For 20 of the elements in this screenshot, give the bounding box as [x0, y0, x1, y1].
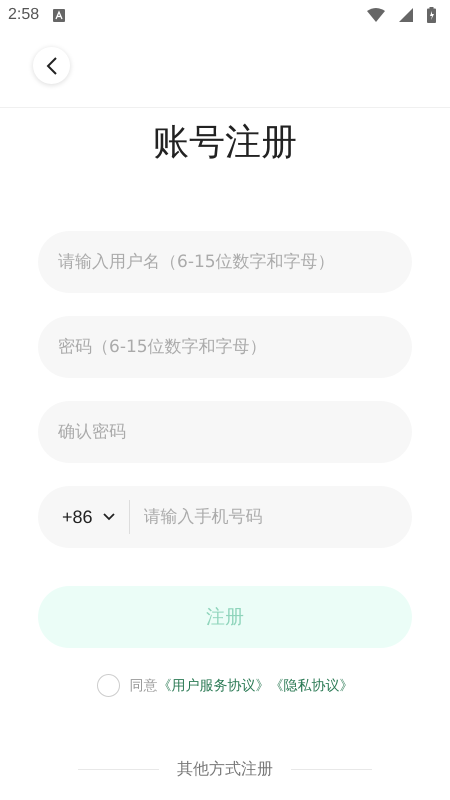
agreement-link[interactable]: 《隐私协议》	[270, 676, 354, 694]
wifi-icon	[367, 8, 385, 22]
back-icon	[46, 56, 58, 76]
other-methods-label: 其他方式注册	[177, 759, 273, 780]
phone-number-input[interactable]: 请输入手机号码	[142, 506, 392, 528]
agreement-link[interactable]: 《用户服务协议》	[158, 676, 270, 694]
status-time: 2:58	[8, 6, 40, 24]
chevron-down-icon	[102, 513, 115, 521]
signal-icon	[399, 8, 413, 22]
keyboard-icon	[53, 8, 66, 22]
agree-checkbox[interactable]	[96, 674, 120, 697]
battery-icon	[427, 7, 436, 23]
input-field[interactable]: 确认密码	[38, 401, 412, 463]
country-code-dropdown[interactable]: +86	[58, 500, 130, 534]
back-button[interactable]	[33, 47, 70, 84]
input-field[interactable]: 密码（6-15位数字和字母）	[38, 316, 412, 378]
input-field[interactable]: 请输入用户名（6-15位数字和字母）	[38, 231, 412, 293]
phone-field[interactable]: +86 请输入手机号码	[38, 486, 412, 548]
agree-label: 同意	[130, 676, 158, 694]
page-title: 账号注册	[153, 121, 297, 165]
